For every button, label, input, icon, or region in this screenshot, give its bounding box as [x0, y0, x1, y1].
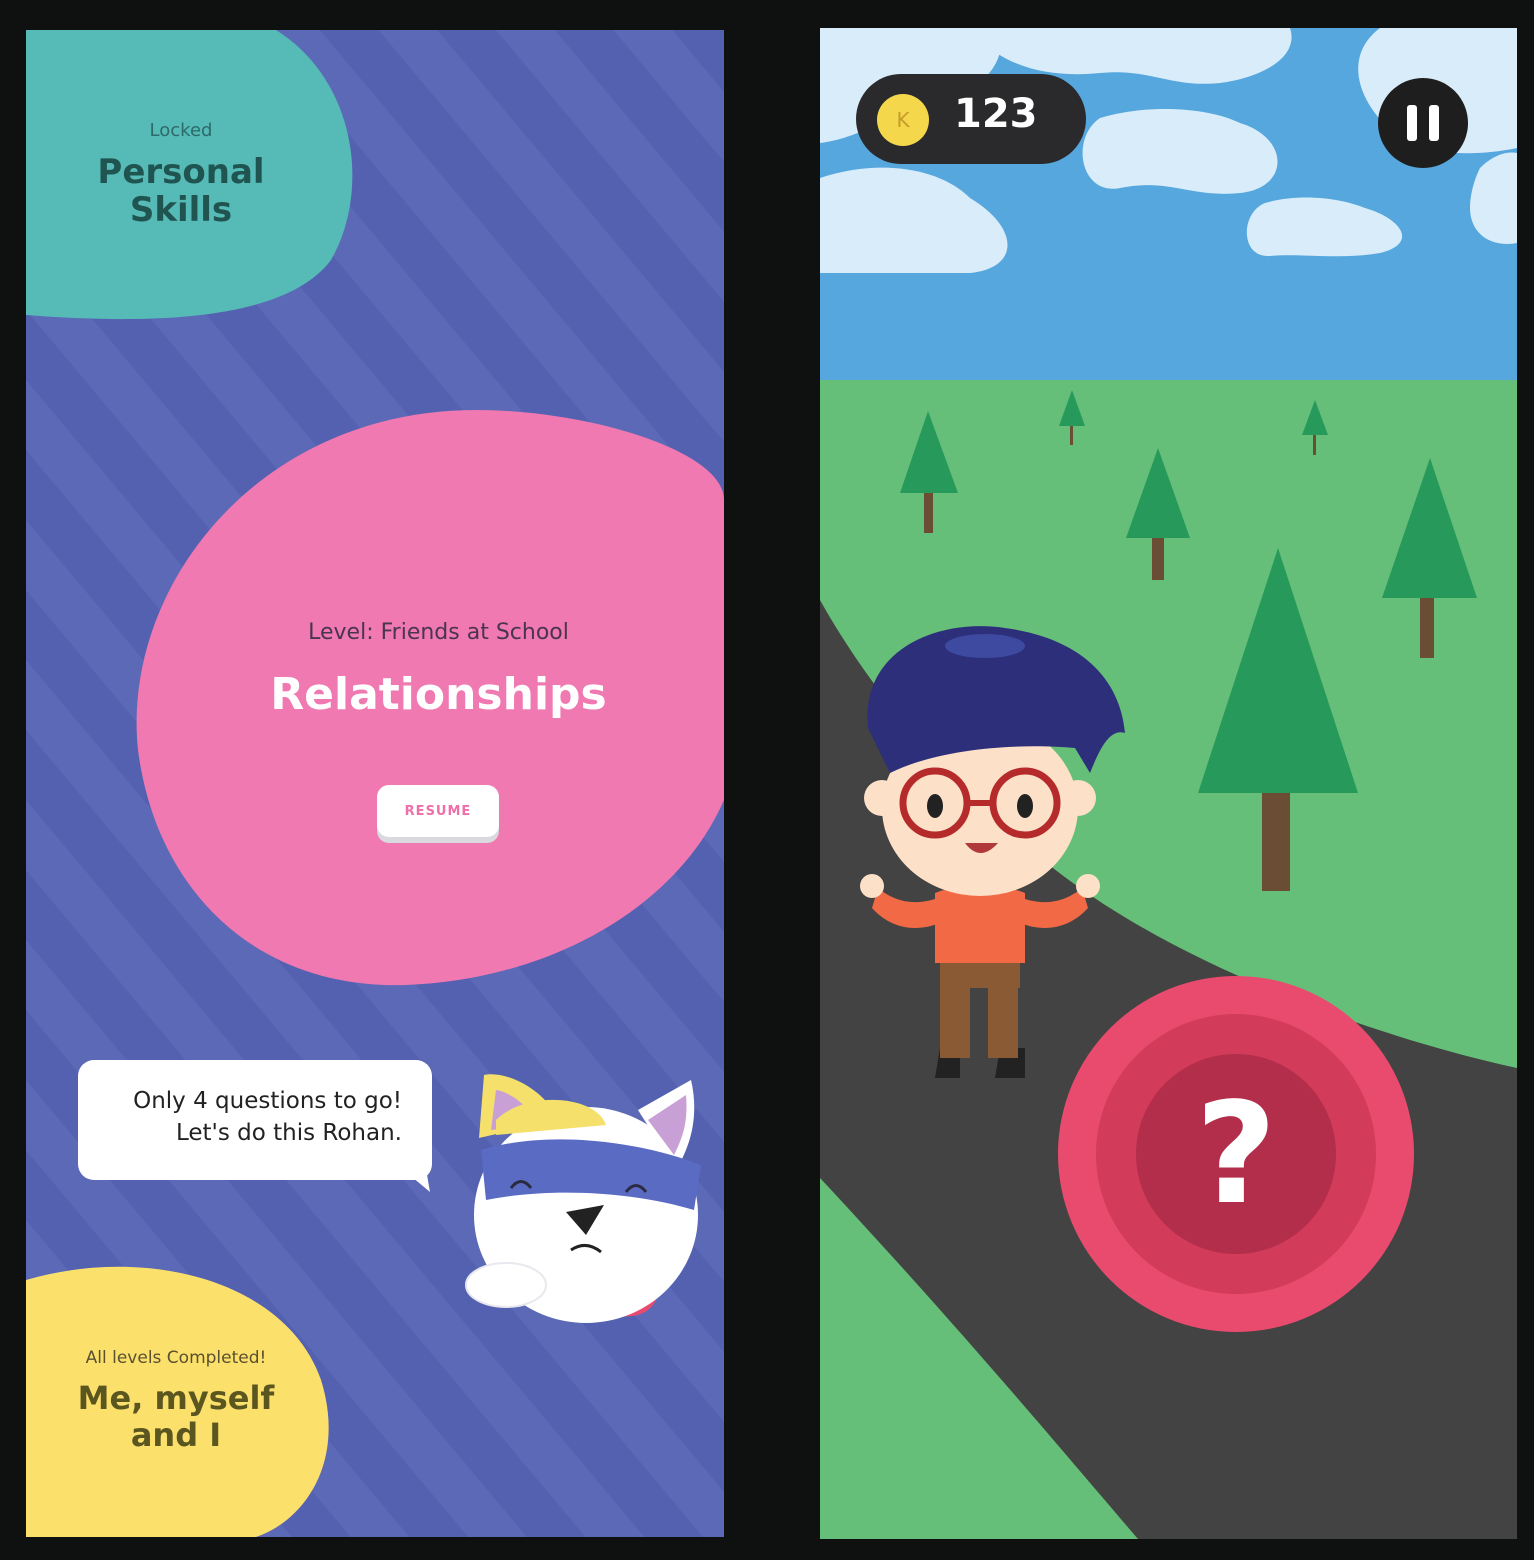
question-button[interactable]: ?: [1058, 976, 1414, 1332]
speech-line-1: Only 4 questions to go!: [133, 1088, 402, 1114]
completed-title-line1: Me, myself: [77, 1379, 275, 1417]
resume-button[interactable]: RESUME: [377, 785, 499, 837]
locked-title-line2: Skills: [129, 190, 233, 231]
completed-status: All levels Completed!: [85, 1348, 267, 1368]
coin-icon: K: [877, 94, 929, 146]
speech-bubble: Only 4 questions to go! Let's do this Ro…: [78, 1060, 432, 1180]
completed-title-line2: and I: [130, 1415, 222, 1454]
game-scene-screen: K 123 ?: [820, 28, 1517, 1539]
question-mark-icon: ?: [1195, 1072, 1277, 1236]
speech-line-2: Let's do this Rohan.: [175, 1120, 402, 1146]
current-level-label: Level: Friends at School: [308, 620, 569, 645]
level-map-screen: Locked Personal Skills Level: Friends at…: [26, 30, 724, 1537]
current-card-title[interactable]: Relationships: [196, 669, 681, 721]
completed-card-title[interactable]: Me, myself and I: [56, 1380, 296, 1454]
level-map-background: [26, 30, 724, 1537]
mascot-dog-icon: [465, 1074, 701, 1323]
pause-button[interactable]: [1378, 78, 1468, 168]
coin-counter: K 123: [856, 74, 1086, 164]
coin-count: 123: [954, 91, 1038, 137]
locked-card-title[interactable]: Personal Skills: [66, 153, 296, 229]
locked-status: Locked: [149, 120, 213, 141]
locked-title-line1: Personal: [97, 152, 265, 192]
